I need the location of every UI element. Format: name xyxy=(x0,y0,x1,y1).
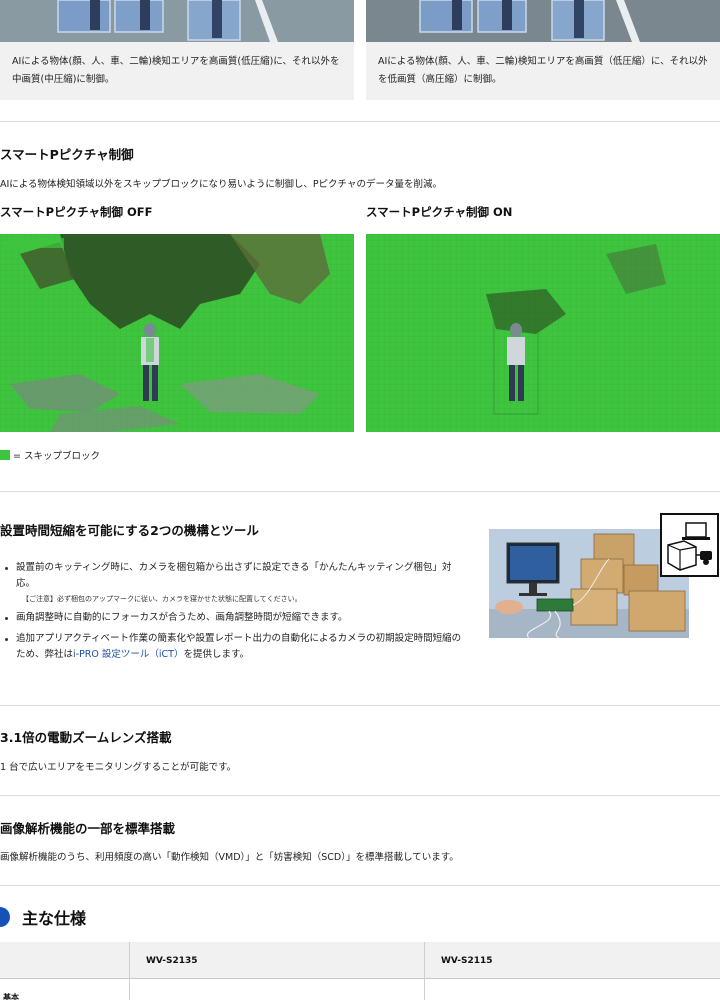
legend-label: = スキップブロック xyxy=(13,451,100,462)
caution-note: 【ご注意】必ず梱包のアップマークに従い、カメラを寝かせた状態に配置してください。 xyxy=(22,595,302,603)
specs-heading: 主な仕様 xyxy=(22,909,87,928)
section-divider xyxy=(0,491,720,492)
kitting-photo xyxy=(489,529,689,638)
spec-row-label: 基本 xyxy=(3,993,19,1000)
smart-p-on-label: スマートPピクチャ制御 ON xyxy=(366,205,513,219)
list-item: 追加アプリアクティベート作業の簡素化や設置レポート出力の自動化によるカメラの初期… xyxy=(0,631,470,663)
install-heading: 設置時間短縮を可能にする2つの機構とツール xyxy=(0,523,259,538)
section-divider xyxy=(0,885,720,886)
list-item: 設置前のキッティング時に、カメラを梱包箱から出さずに設定できる「かんたんキッティ… xyxy=(0,560,470,605)
smart-p-heading: スマートPピクチャ制御 xyxy=(0,147,134,162)
comparison-cards: AIによる物体(顔、人、車、二輪)検知エリアを高画質(低圧縮)に、それ以外を中画… xyxy=(0,0,720,100)
comparison-image xyxy=(0,0,354,42)
card-description: AIによる物体(顔、人、車、二輪)検知エリアを高画質（低圧縮）に、それ以外を低画… xyxy=(378,56,708,85)
analytics-heading: 画像解析機能の一部を標準搭載 xyxy=(0,821,176,836)
spec-column-wv-s2135: WV-S2135 xyxy=(146,956,198,966)
list-item: 画角調整時に自動的にフォーカスが合うため、画角調整時間が短縮できます。 xyxy=(0,610,470,626)
smart-p-description: AIによる物体検知領域以外をスキップブロックになり易いように制御し、Pピクチャの… xyxy=(0,179,442,190)
section-divider xyxy=(0,705,720,706)
skip-block-swatch xyxy=(0,450,10,460)
zoom-heading: 3.1倍の電動ズームレンズ搭載 xyxy=(0,730,172,745)
camera-setup-icon xyxy=(660,513,719,577)
smart-p-off-label: スマートPピクチャ制御 OFF xyxy=(0,205,153,219)
smart-p-on-image xyxy=(366,234,720,432)
spec-table: WV-S2135 WV-S2115 基本 xyxy=(0,942,720,1000)
smart-p-off-image xyxy=(0,234,354,432)
spec-column-wv-s2115: WV-S2115 xyxy=(441,956,493,966)
section-divider xyxy=(0,121,720,122)
install-feature-list: 設置前のキッティング時に、カメラを梱包箱から出さずに設定できる「かんたんキッティ… xyxy=(0,560,470,668)
column-divider xyxy=(129,942,130,1000)
ict-tool-link[interactable]: i-PRO 設定ツール（iCT） xyxy=(73,649,183,660)
spec-table-header xyxy=(0,942,720,979)
column-divider xyxy=(424,942,425,1000)
section-divider xyxy=(0,795,720,796)
comparison-card-low-quality: AIによる物体(顔、人、車、二輪)検知エリアを高画質（低圧縮）に、それ以外を低画… xyxy=(366,0,720,100)
skip-block-legend: = スキップブロック xyxy=(0,448,100,462)
comparison-card-medium-quality: AIによる物体(顔、人、車、二輪)検知エリアを高画質(低圧縮)に、それ以外を中画… xyxy=(0,0,354,100)
analytics-description: 画像解析機能のうち、利用頻度の高い「動作検知（VMD）」と「妨害検知（SCD）」… xyxy=(0,852,459,863)
comparison-image xyxy=(366,0,720,42)
zoom-description: 1 台で広いエリアをモニタリングすることが可能です。 xyxy=(0,762,237,773)
specs-heading-wrap: 主な仕様 xyxy=(0,905,86,929)
card-description: AIによる物体(顔、人、車、二輪)検知エリアを高画質(低圧縮)に、それ以外を中画… xyxy=(12,56,340,85)
section-bullet-icon xyxy=(0,907,10,927)
